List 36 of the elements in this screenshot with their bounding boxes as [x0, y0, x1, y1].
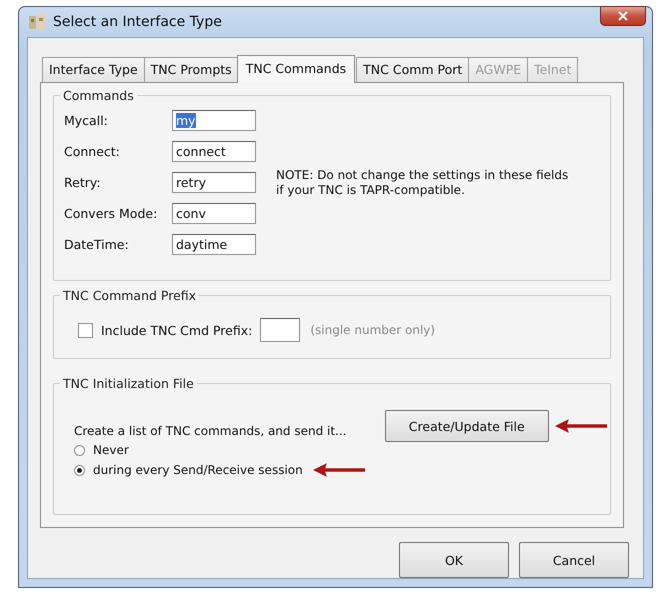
prompt-text: Create a list of TNC commands, and send it... [74, 424, 348, 438]
note-text: NOTE: Do not change the settings in these fields if your TNC is TAPR-compatible. [276, 168, 570, 198]
group-title: Commands [60, 88, 137, 103]
group-title: TNC Initialization File [60, 376, 197, 391]
tab[interactable]: TNC Comm Port [356, 57, 470, 82]
tab[interactable]: TNC Commands [236, 55, 356, 83]
checkbox-label[interactable]: Include TNC Cmd Prefix: [101, 322, 252, 338]
radio-label[interactable]: Never [93, 443, 129, 457]
field-label: Connect: [64, 144, 121, 159]
checkbox[interactable] [78, 322, 93, 338]
cancel-button[interactable]: Cancel [519, 542, 629, 578]
close-icon [618, 11, 628, 21]
input-field[interactable]: connect [172, 141, 256, 162]
input-field[interactable]: daytime [172, 234, 256, 255]
field-label: DateTime: [64, 237, 130, 252]
radio-label[interactable]: during every Send/Receive session [93, 463, 303, 477]
ok-button[interactable]: OK [399, 542, 509, 578]
radio-button[interactable] [74, 444, 85, 456]
field-label: Mycall: [64, 113, 109, 128]
tab[interactable]: TNC Prompts [144, 57, 239, 82]
arrow-icon [554, 417, 607, 435]
window-title: Select an Interface Type [53, 14, 222, 30]
group-title: TNC Command Prefix [60, 288, 200, 303]
field-label: Retry: [64, 175, 102, 190]
prefix-field[interactable] [260, 318, 300, 342]
create-file-button[interactable]: Create/Update File [384, 410, 549, 442]
tab[interactable]: Interface Type [42, 57, 145, 82]
field-label: Convers Mode: [64, 206, 158, 221]
close-button[interactable] [600, 6, 646, 26]
arrow-icon [312, 461, 365, 479]
input-field[interactable]: conv [172, 203, 256, 224]
input-field[interactable]: my [172, 110, 256, 131]
hint-text: (single number only) [310, 323, 436, 337]
input-field[interactable]: retry [172, 172, 256, 193]
app-icon [27, 12, 47, 32]
radio-button[interactable] [74, 464, 85, 476]
